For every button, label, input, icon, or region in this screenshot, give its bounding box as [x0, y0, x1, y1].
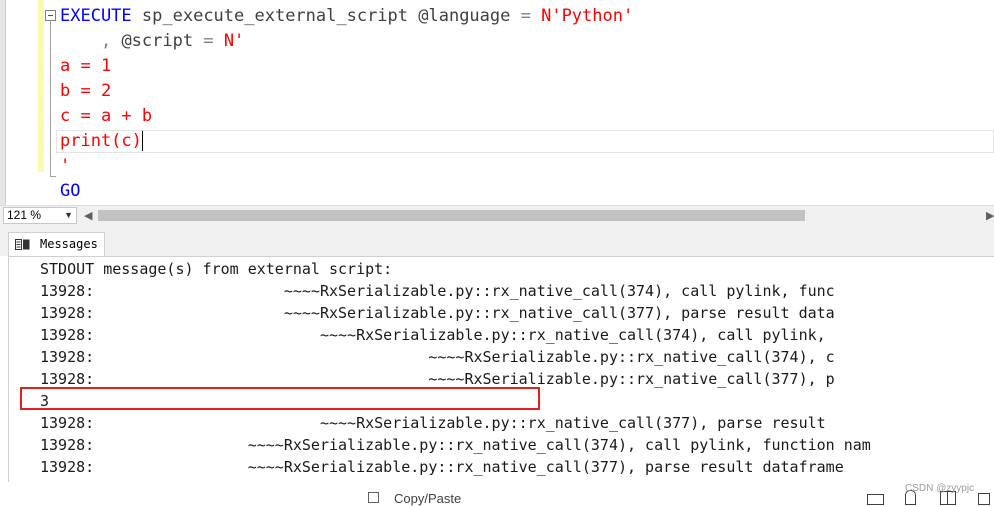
results-pane: Messages STDOUT message(s) from external… — [0, 226, 994, 482]
watermark: CSDN @zyypjc — [905, 483, 975, 494]
code-line: b = 2 — [60, 79, 111, 104]
zoom-value: 121 % — [7, 208, 42, 222]
code-token: sp_execute_external_script — [141, 6, 409, 26]
code-token: EXECUTE — [60, 6, 132, 26]
code-token: N' — [213, 31, 245, 51]
code-line: EXECUTE sp_execute_external_script @lang… — [60, 4, 633, 29]
highlight-annotation-box — [20, 387, 540, 410]
tab-messages[interactable]: Messages — [8, 232, 105, 257]
message-line: 13928: ~~~~RxSerializable.py::rx_native_… — [40, 282, 835, 300]
messages-grid-icon — [15, 239, 30, 250]
toolbar-icon-4[interactable] — [978, 493, 990, 505]
code-token: a = 1 — [60, 56, 112, 76]
copy-paste-label[interactable]: Copy/Paste — [394, 491, 461, 506]
code-token: c = a + b — [60, 106, 153, 126]
code-line: print(c) — [60, 129, 143, 154]
code-line: , @script = N' — [60, 29, 244, 54]
code-line: a = 1 — [60, 54, 111, 79]
code-token: GO — [60, 181, 81, 201]
message-line: 13928: ~~~~RxSerializable.py::rx_native_… — [40, 436, 871, 454]
message-line: 13928: ~~~~RxSerializable.py::rx_native_… — [40, 326, 835, 344]
results-tab-strip: Messages — [0, 226, 994, 257]
query-editor[interactable]: EXECUTE sp_execute_external_script @lang… — [0, 0, 994, 205]
fold-collapse-icon[interactable] — [45, 10, 56, 21]
code-token: ' — [60, 156, 71, 176]
text-caret — [141, 131, 143, 151]
code-token: print(c) — [60, 131, 142, 151]
scroll-left-icon[interactable]: ◀ — [84, 209, 92, 222]
code-token: = — [203, 31, 214, 51]
message-line: 13928: ~~~~RxSerializable.py::rx_native_… — [40, 304, 835, 322]
code-line: c = a + b — [60, 104, 152, 129]
message-line: 13928: ~~~~RxSerializable.py::rx_native_… — [40, 458, 844, 476]
toolbar-icon-1[interactable] — [867, 494, 884, 505]
fold-guide-line — [50, 21, 51, 176]
code-token: @script — [111, 31, 204, 51]
bottom-toolbar: Copy/Paste CSDN @zyypjc — [0, 482, 994, 506]
code-token: N'Python' — [530, 6, 634, 26]
code-token: b = 2 — [60, 81, 112, 101]
code-token: @language — [408, 6, 521, 26]
message-line: 13928: ~~~~RxSerializable.py::rx_native_… — [40, 348, 835, 366]
code-line: GO — [60, 179, 80, 204]
zoom-dropdown-arrow-icon[interactable]: ▼ — [64, 208, 73, 223]
messages-panel[interactable]: STDOUT message(s) from external script: 1… — [8, 256, 994, 482]
fold-guide-end — [50, 176, 56, 177]
copy-paste-icon[interactable] — [368, 492, 379, 503]
horizontal-scrollbar-thumb[interactable] — [98, 210, 805, 221]
change-tracking-bar — [38, 0, 44, 172]
code-line: ' — [60, 154, 70, 179]
editor-left-margin — [0, 0, 6, 205]
scroll-right-icon[interactable]: ▶ — [986, 209, 994, 222]
zoom-dropdown[interactable]: 121 % ▼ — [3, 207, 77, 224]
editor-status-bar: 121 % ▼ ◀ ▶ — [0, 205, 994, 226]
message-line: STDOUT message(s) from external script: — [40, 260, 393, 278]
current-line-highlight — [56, 130, 994, 153]
code-token: = — [520, 6, 531, 26]
tab-messages-label: Messages — [40, 237, 98, 251]
message-line: 13928: ~~~~RxSerializable.py::rx_native_… — [40, 414, 835, 432]
code-token: , — [100, 31, 112, 51]
